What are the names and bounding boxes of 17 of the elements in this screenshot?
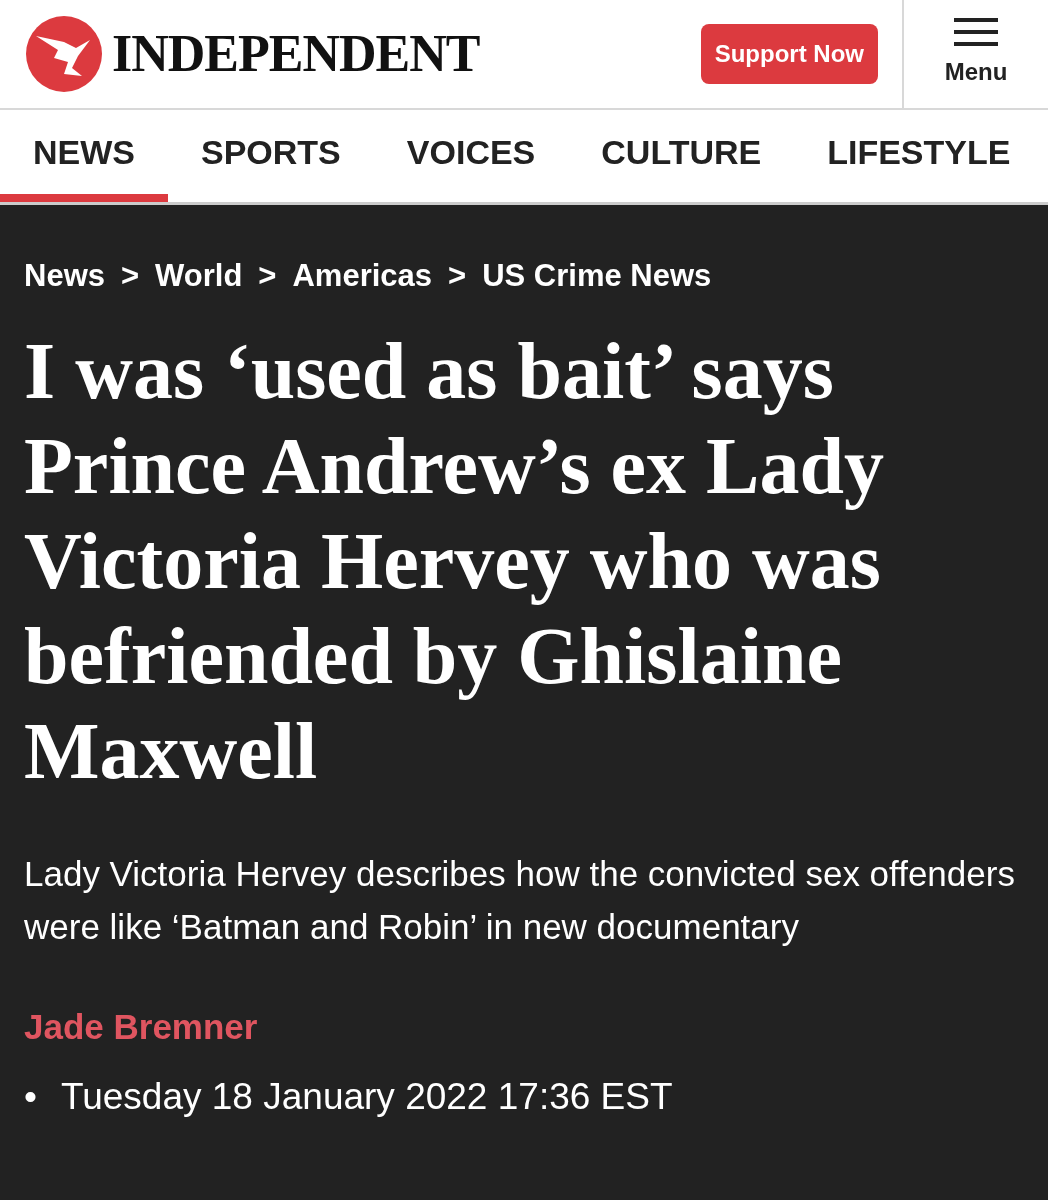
breadcrumb-link[interactable]: US Crime News [482, 253, 712, 300]
menu-button[interactable]: Menu [902, 0, 1048, 108]
breadcrumb-separator: > [448, 257, 467, 295]
bullet: • [24, 1075, 37, 1119]
standfirst: Lady Victoria Hervey describes how the convicted sex offenders were like ‘Batman and Robin’ in new documentary [24, 852, 1016, 948]
headline: I was ‘used as bait’ says Prince Andrew’s ex Lady Victoria Hervey who was befriended by Ghislaine Maxwell [24, 325, 885, 797]
support-button[interactable]: Support Now [700, 24, 878, 84]
publish-date: Tuesday 18 January 2022 17:36 EST [60, 1075, 673, 1119]
menu-icon [954, 18, 998, 46]
breadcrumb-separator: > [121, 257, 140, 295]
breadcrumb-separator: > [258, 257, 277, 295]
author-link[interactable]: Jade Bremner [24, 1000, 1024, 1053]
logo-wordmark[interactable]: INDEPENDENT [112, 15, 480, 93]
breadcrumb-link[interactable]: World [155, 253, 243, 300]
breadcrumb-link[interactable]: News [24, 253, 105, 300]
eagle-logo-icon [24, 14, 104, 94]
breadcrumb-link[interactable]: Americas [292, 253, 433, 300]
